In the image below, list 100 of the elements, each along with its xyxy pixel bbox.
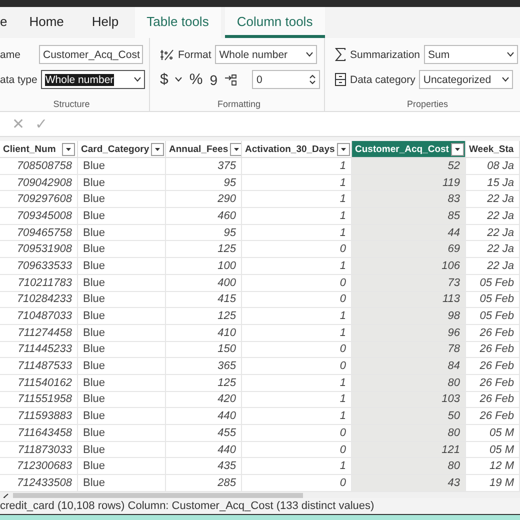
currency-button[interactable]: $ xyxy=(160,71,168,88)
table-cell: 26 Feb xyxy=(466,392,520,408)
table-cell: 709465758 xyxy=(0,224,78,242)
table-cell: 52 xyxy=(352,158,466,175)
ribbon-tab[interactable]: Column tools xyxy=(224,7,325,38)
table-cell: 710211783 xyxy=(0,274,78,292)
column-header[interactable]: Customer_Acq_Cost xyxy=(352,141,466,158)
table-cell: 708508758 xyxy=(0,158,78,175)
table-cell: 121 xyxy=(352,442,466,458)
ribbon-tab[interactable]: Help xyxy=(80,7,131,38)
table-cell: 103 xyxy=(352,392,466,408)
table-cell: 440 xyxy=(166,408,242,425)
table-cell: 0 xyxy=(242,342,352,358)
name-field[interactable]: Customer_Acq_Cost xyxy=(39,45,143,64)
table-cell: 125 xyxy=(166,308,242,325)
table-cell: 711540162 xyxy=(0,374,78,392)
table-cell: 125 xyxy=(166,374,242,392)
table-cell: 19 M xyxy=(466,475,520,492)
table-cell: 709345008 xyxy=(0,208,78,225)
table-cell: 1 xyxy=(242,224,352,242)
table-cell: 83 xyxy=(352,191,466,208)
table-cell: 711643458 xyxy=(0,425,78,442)
table-cell: 80 xyxy=(352,458,466,476)
table-cell: Blue xyxy=(78,241,166,258)
table-cell: Blue xyxy=(78,442,166,458)
field-label: Summarization xyxy=(350,48,420,60)
column-header[interactable]: Card_Category xyxy=(78,141,166,158)
table-cell: 1 xyxy=(242,158,352,175)
table-cell: 365 xyxy=(166,358,242,375)
field-label: Format xyxy=(178,48,212,60)
table-cell: 22 Ja xyxy=(466,191,520,208)
data-type-dropdown[interactable]: Whole number xyxy=(41,70,146,89)
table-cell: 125 xyxy=(166,241,242,258)
table-cell: 709297608 xyxy=(0,191,78,208)
percent-button[interactable]: % xyxy=(189,71,203,88)
table-cell: 05 M xyxy=(466,425,520,442)
ribbon-tab[interactable]: e xyxy=(0,7,14,38)
summarization-dropdown[interactable]: Sum xyxy=(424,45,518,64)
table-cell: Blue xyxy=(78,292,166,308)
table-cell: 415 xyxy=(166,292,242,308)
table-cell: 285 xyxy=(166,475,242,492)
table-cell: 26 Feb xyxy=(466,408,520,425)
decimals-field[interactable]: 0 xyxy=(252,70,320,89)
format-dropdown[interactable]: Whole number xyxy=(215,45,318,64)
table-cell: Blue xyxy=(78,208,166,225)
table-cell: 44 xyxy=(352,224,466,242)
table-cell: 26 Feb xyxy=(466,342,520,358)
table-cell: 80 xyxy=(352,374,466,392)
column-header[interactable]: Annual_Fees xyxy=(166,141,242,158)
table-cell: 709531908 xyxy=(0,241,78,258)
table-cell: 84 xyxy=(352,358,466,375)
table-cell: 709042908 xyxy=(0,174,78,192)
table-cell: Blue xyxy=(78,174,166,192)
table-cell: 440 xyxy=(166,442,242,458)
table-cell: 711551958 xyxy=(0,392,78,408)
table-cell: 22 Ja xyxy=(466,258,520,275)
table-cell: 119 xyxy=(352,174,466,192)
table-cell: 1 xyxy=(242,458,352,476)
table-cell: 15 Ja xyxy=(466,174,520,192)
column-header[interactable]: Week_Sta xyxy=(466,141,520,158)
table-cell: 0 xyxy=(242,274,352,292)
table-cell: 05 Feb xyxy=(466,308,520,325)
table-cell: 711873033 xyxy=(0,442,78,458)
table-cell: 709633533 xyxy=(0,258,78,275)
comma-button[interactable]: 9 xyxy=(210,72,218,88)
column-header[interactable]: Client_Num xyxy=(0,141,78,158)
table-cell: Blue xyxy=(78,274,166,292)
table-cell: 08 Ja xyxy=(466,158,520,175)
table-cell: 05 Feb xyxy=(466,292,520,308)
table-cell: 73 xyxy=(352,274,466,292)
table-cell: Blue xyxy=(78,258,166,275)
table-cell: 400 xyxy=(166,274,242,292)
table-cell: Blue xyxy=(78,392,166,408)
data-category-dropdown[interactable]: Uncategorized xyxy=(419,70,514,89)
table-cell: 410 xyxy=(166,324,242,342)
table-cell: 711487533 xyxy=(0,358,78,375)
table-cell: 1 xyxy=(242,324,352,342)
table-cell: 1 xyxy=(242,174,352,192)
table-cell: 711274458 xyxy=(0,324,78,342)
table-cell: 26 Feb xyxy=(466,374,520,392)
ribbon-tab[interactable]: Home xyxy=(17,7,76,38)
ribbon-tab[interactable]: Table tools xyxy=(134,7,221,38)
column-header[interactable]: Activation_30_Days xyxy=(242,141,352,158)
table-cell: Blue xyxy=(78,374,166,392)
table-cell: 712433508 xyxy=(0,475,78,492)
table-cell: 50 xyxy=(352,408,466,425)
table-cell: 460 xyxy=(166,208,242,225)
table-cell: 80 xyxy=(352,425,466,442)
table-cell: 22 Ja xyxy=(466,241,520,258)
table-cell: Blue xyxy=(78,408,166,425)
field-label: Data category xyxy=(350,74,416,86)
table-cell: 420 xyxy=(166,392,242,408)
table-cell: 0 xyxy=(242,292,352,308)
table-cell: Blue xyxy=(78,158,166,175)
field-label: ata type xyxy=(0,74,38,86)
table-cell: Blue xyxy=(78,191,166,208)
table-cell: Blue xyxy=(78,224,166,242)
table-cell: 710487033 xyxy=(0,308,78,325)
table-cell: 113 xyxy=(352,292,466,308)
table-cell: 710284233 xyxy=(0,292,78,308)
